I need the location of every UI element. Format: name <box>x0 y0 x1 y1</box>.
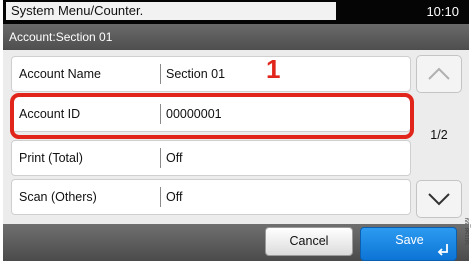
top-bar: System Menu/Counter. 10:10 <box>3 0 469 24</box>
enter-arrow-icon <box>437 244 448 256</box>
row-print-total[interactable]: Print (Total) Off <box>11 140 411 176</box>
page-indicator: 1/2 <box>430 128 448 142</box>
highlight-frame <box>10 93 414 139</box>
menu-title: System Menu/Counter. <box>6 2 336 20</box>
row-divider <box>160 148 161 168</box>
sub-header: Account:Section 01 <box>3 24 469 50</box>
scroll-down-button[interactable] <box>416 180 462 218</box>
row-value: Off <box>166 190 183 204</box>
row-label: Print (Total) <box>19 151 83 165</box>
row-label: Account Name <box>19 67 101 81</box>
callout-number: 1 <box>266 54 281 84</box>
row-divider <box>160 187 161 207</box>
row-value: Section 01 <box>166 67 226 81</box>
bottom-bar: Cancel Save <box>3 224 469 261</box>
figure-code: S0158_99 <box>465 217 471 245</box>
chevron-up-icon <box>428 67 450 80</box>
cancel-button[interactable]: Cancel <box>265 227 353 256</box>
row-label: Scan (Others) <box>19 190 97 204</box>
row-account-name[interactable]: Account Name Section 01 <box>11 56 411 92</box>
clock: 10:10 <box>426 4 459 19</box>
row-scan-others[interactable]: Scan (Others) Off <box>11 179 411 215</box>
row-value: Off <box>166 151 183 165</box>
row-divider <box>160 64 161 84</box>
scroll-up-button[interactable] <box>416 55 462 93</box>
chevron-down-icon <box>428 193 450 206</box>
device-screen: System Menu/Counter. 10:10 Account:Secti… <box>3 0 469 261</box>
save-button[interactable]: Save <box>360 227 457 261</box>
